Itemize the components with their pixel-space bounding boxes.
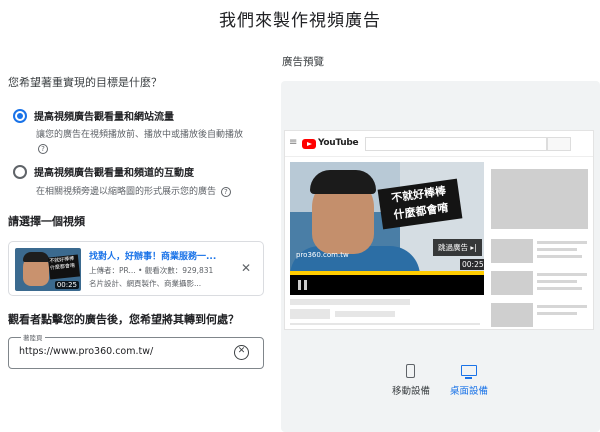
destination-question: 觀看者點擊您的廣告後，您希望將其轉到何處？: [8, 313, 239, 326]
player-hair: [310, 170, 376, 194]
sidebar-thumb: [491, 271, 533, 295]
landing-page-label: 著陸頁: [21, 332, 45, 342]
youtube-search-button: [547, 137, 571, 151]
landing-page-input[interactable]: [19, 346, 219, 357]
goal-option-description: 在相關視頻旁邊以縮略圖的形式展示您的廣告 ?: [36, 185, 271, 199]
youtube-brand: YouTube: [318, 138, 359, 148]
sidebar-line: [537, 287, 582, 290]
goal-option-description: 讓您的廣告在視頻播放前、播放中或播放後自動播放 ?: [36, 130, 244, 154]
sidebar-line: [537, 273, 587, 276]
monitor-icon[interactable]: [461, 365, 477, 379]
video-title-link[interactable]: 找對人，好辦事！商業服務一...: [89, 249, 229, 262]
video-thumbnail: 不就好棒棒 什麼都會唷 00:25: [15, 248, 81, 291]
player-controls: [290, 275, 484, 295]
player-duration: 00:25: [460, 259, 484, 270]
youtube-logo-icon: [302, 139, 316, 149]
sidebar-thumb: [491, 303, 533, 327]
phone-icon[interactable]: [406, 364, 415, 378]
close-icon[interactable]: ✕: [241, 261, 251, 275]
device-desktop-label[interactable]: 桌面設備: [449, 384, 489, 399]
preview-title: 廣告預覽: [282, 56, 324, 68]
thumb-hair: [23, 252, 49, 262]
page-title: 我們來製作視頻廣告: [219, 11, 381, 31]
radio-selected[interactable]: [13, 108, 27, 123]
placeholder-box: [290, 309, 330, 319]
help-circle-icon[interactable]: ?: [220, 186, 231, 197]
pause-icon: [298, 280, 307, 290]
video-uploader-line: 上傳者：PR... • 觀看次數：929,831: [89, 266, 214, 275]
radio-unselected[interactable]: [13, 164, 27, 179]
clear-circle-icon[interactable]: ✕: [234, 345, 249, 360]
sidebar-thumb: [491, 239, 533, 263]
device-mobile-label[interactable]: 移動設備: [391, 384, 431, 399]
goal-option-label: 提高視頻廣告觀看量和網站流量: [34, 112, 174, 123]
selected-video-card[interactable]: 不就好棒棒 什麼都會唷 00:25 找對人，好辦事！商業服務一... 上傳者：P…: [8, 241, 264, 296]
skip-ad-button: 跳過廣告 ▸|: [433, 239, 482, 256]
goal-option-label: 提高視頻廣告觀看量和頻道的互動度: [34, 168, 194, 179]
youtube-header: ≡ YouTube: [285, 131, 593, 157]
landing-page-field[interactable]: 著陸頁 ✕: [8, 332, 264, 369]
sidebar-ad-block: [491, 169, 588, 229]
placeholder-bar: [290, 323, 480, 325]
goal-option-engagement[interactable]: 提高視頻廣告觀看量和頻道的互動度: [13, 164, 194, 179]
sidebar-line: [537, 312, 577, 315]
sidebar-line: [537, 305, 587, 308]
youtube-search-box: [365, 137, 547, 151]
hamburger-menu-icon: ≡: [289, 137, 298, 148]
video-tags-line: 名片設計、網頁製作、商業攝影...: [89, 279, 202, 288]
sidebar-line: [537, 280, 577, 283]
placeholder-bar: [335, 311, 395, 317]
placeholder-bar: [290, 299, 410, 305]
sidebar-line: [537, 248, 577, 251]
sidebar-line: [537, 241, 587, 244]
thumb-duration: 00:25: [54, 281, 79, 289]
video-player: 不就好棒棒 什麼都會唷 pro360.com.tw 跳過廣告 ▸| 00:25: [290, 162, 484, 271]
sidebar-line: [537, 255, 582, 258]
player-watermark: pro360.com.tw: [296, 251, 349, 259]
goal-option-traffic[interactable]: 提高視頻廣告觀看量和網站流量: [13, 108, 174, 123]
help-circle-icon[interactable]: ?: [38, 143, 48, 154]
goal-question: 您希望著重實現的目標是什麼？: [8, 76, 162, 89]
video-select-heading: 請選擇一個視頻: [8, 215, 85, 228]
youtube-preview-frame: ≡ YouTube 不就好棒棒 什麼都會唷 pro360.com.tw 跳過廣告…: [284, 130, 594, 330]
thumb-caption: 不就好棒棒 什麼都會唷: [47, 254, 81, 280]
